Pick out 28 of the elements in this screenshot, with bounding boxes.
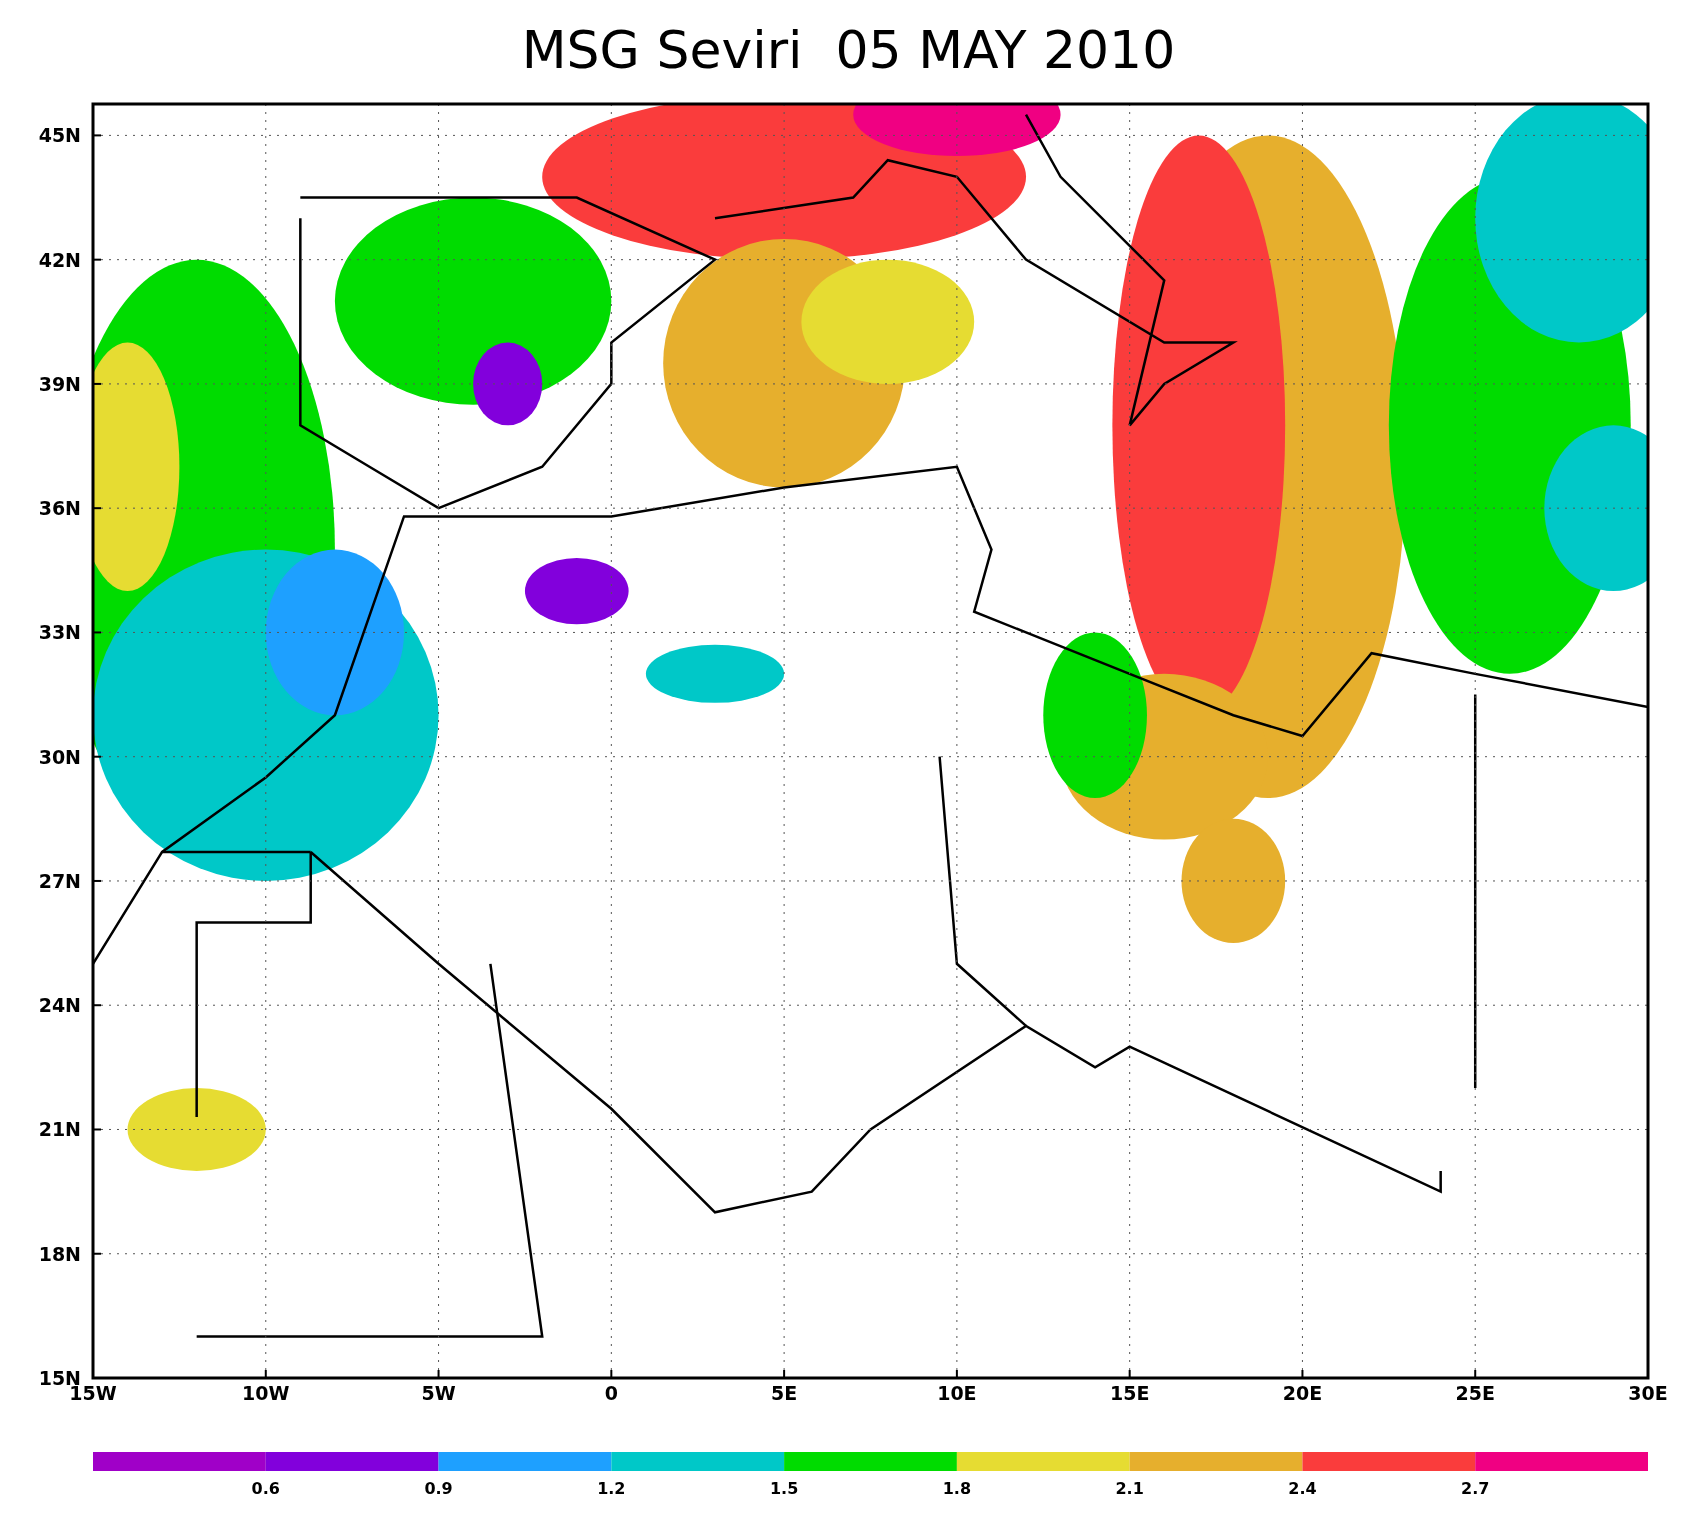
axis-tick-label: 30E: [1628, 1382, 1668, 1404]
axis-tick-label: 5E: [771, 1382, 798, 1404]
axis-tick-label: 45N: [38, 124, 81, 147]
axis-tick-label: 30N: [38, 745, 81, 768]
colorbar-label: 2.7: [1461, 1479, 1490, 1498]
axis-tick-label: 10E: [937, 1382, 977, 1404]
axis-tick-label: 18N: [38, 1242, 81, 1265]
axis-tick-label: 24N: [38, 994, 81, 1017]
axis-tick-label: 36N: [38, 497, 81, 520]
colorbar-label: 0.6: [251, 1479, 280, 1498]
colorbar-label: 1.2: [597, 1479, 626, 1498]
axis-tick-label: 20E: [1282, 1382, 1323, 1404]
colorbar-label: 2.1: [1115, 1479, 1144, 1498]
axis-tick-label: 27N: [38, 869, 81, 892]
axis-tick-label: 39N: [38, 372, 81, 395]
chart-title: MSG Seviri 05 MAY 2010: [521, 24, 1176, 76]
axis-tick-label: 15E: [1109, 1382, 1150, 1404]
axis-tick-label: 33N: [38, 621, 81, 644]
colorbar-label: 1.5: [769, 1479, 799, 1498]
axis-tick-label: 5W: [421, 1382, 456, 1404]
axis-tick-label: 42N: [38, 248, 81, 271]
colorbar-label: 0.9: [424, 1479, 453, 1498]
colorbar-label: 2.4: [1288, 1479, 1317, 1498]
colorbar-label: 1.8: [942, 1479, 972, 1498]
axis-tick-label: 25E: [1455, 1382, 1495, 1404]
axis-tick-label: 10W: [242, 1382, 290, 1404]
axis-tick-label: 21N: [38, 1118, 81, 1141]
axis-tick-label: 0: [604, 1382, 618, 1404]
